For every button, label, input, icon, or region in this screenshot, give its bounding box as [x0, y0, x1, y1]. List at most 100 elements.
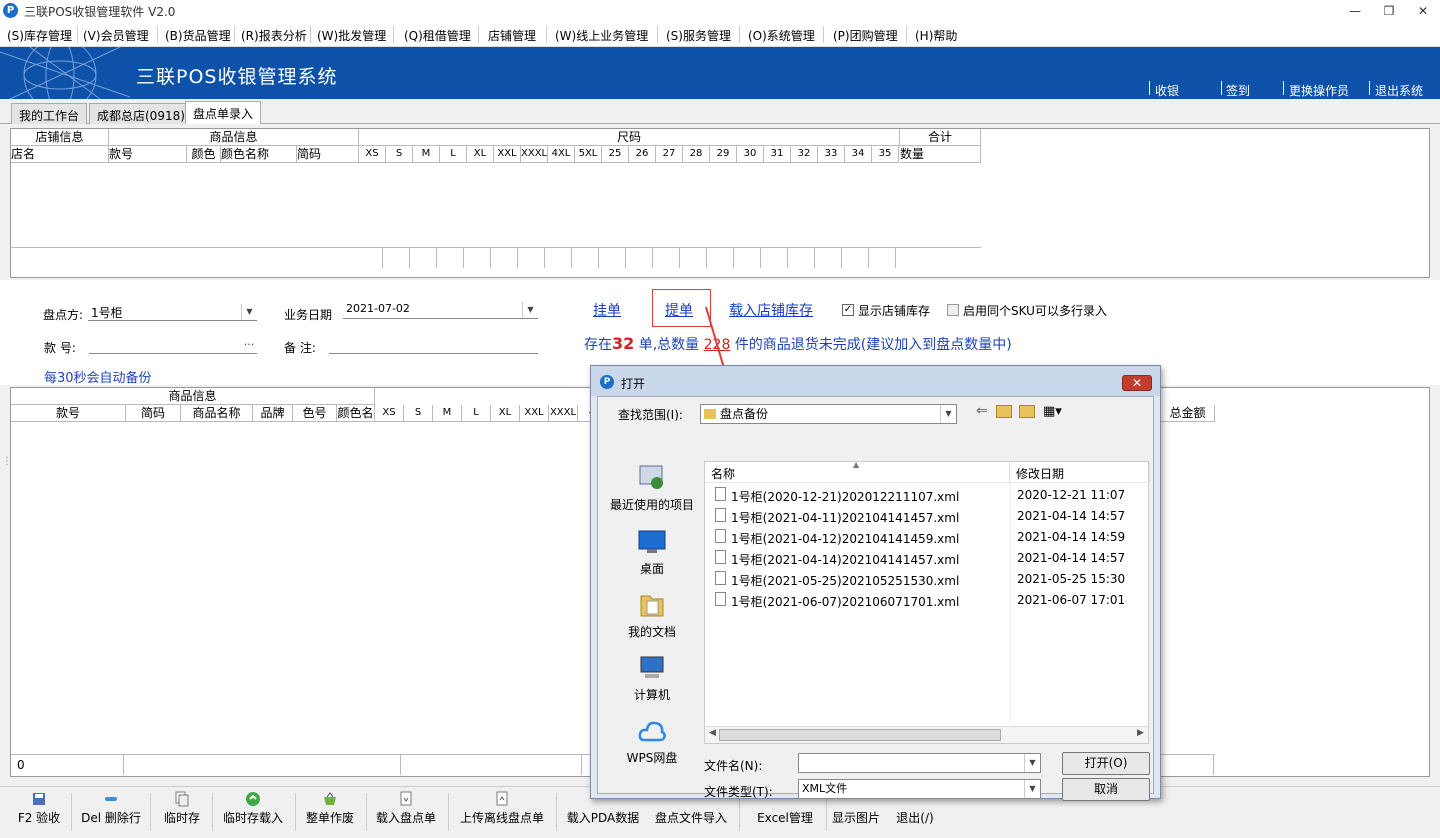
view-menu-icon[interactable]: ▦▾	[1043, 404, 1062, 419]
refresh-icon	[246, 792, 260, 806]
menu-reports[interactable]: (R)报表分析	[241, 27, 307, 44]
file-row[interactable]: 1号柜(2021-05-25)202105251530.xml 2021-05-2…	[705, 568, 1150, 589]
minimize-button[interactable]: —	[1343, 2, 1367, 20]
business-date-picker[interactable]: 2021-07-02 ▼	[343, 302, 538, 319]
lookin-combo[interactable]: 盘点备份 ▼	[700, 404, 957, 424]
filename-input[interactable]: ▼	[798, 753, 1041, 773]
app-icon: P	[3, 3, 18, 18]
cancel-button[interactable]: 取消	[1062, 778, 1150, 801]
temp-load-button[interactable]: 临时存载入	[218, 787, 288, 838]
tab-workbench[interactable]: 我的工作台	[11, 103, 88, 124]
delete-row-button[interactable]: Del 删除行	[78, 787, 144, 838]
chevron-down-icon[interactable]: ▼	[1024, 754, 1040, 772]
back-icon[interactable]: ⇐	[976, 403, 988, 419]
remark-input[interactable]	[329, 337, 538, 354]
place-wps-drive[interactable]: WPS网盘	[606, 716, 698, 766]
file-row[interactable]: 1号柜(2021-04-12)202104141459.xml 2021-04-1…	[705, 526, 1150, 547]
col-size: S	[404, 405, 433, 422]
chevron-down-icon[interactable]: ▼	[241, 304, 257, 320]
tab-inventory-entry[interactable]: 盘点单录入	[185, 101, 262, 124]
accept-button[interactable]: F2 验收	[11, 787, 67, 838]
restore-button[interactable]: ❐	[1377, 2, 1401, 20]
menu-system[interactable]: (O)系统管理	[748, 27, 815, 44]
col-short-code: 简码	[126, 405, 181, 422]
scroll-left-icon[interactable]: ◀	[709, 728, 716, 738]
dialog-body: 查找范围(I): 盘点备份 ▼ ⇐ ▦▾ 最近使用的项目 桌面 我的文档 计算机…	[597, 396, 1154, 801]
exit-system-button[interactable]: 退出系统	[1375, 82, 1423, 99]
col-size: M	[413, 146, 440, 163]
col-size: XS	[375, 405, 404, 422]
allow-multi-sku-checkbox[interactable]	[947, 304, 959, 316]
filetype-label: 文件类型(T):	[704, 785, 773, 799]
col-size: L	[462, 405, 491, 422]
desktop-icon	[638, 530, 666, 553]
hold-order-link[interactable]: 挂单	[593, 300, 621, 320]
file-icon	[715, 508, 726, 522]
up-folder-icon[interactable]	[996, 405, 1012, 418]
file-row[interactable]: 1号柜(2020-12-21)202012211107.xml 2020-12-2…	[705, 484, 1150, 505]
temp-save-button[interactable]: 临时存	[156, 787, 208, 838]
horizontal-scrollbar[interactable]: ◀ ▶	[705, 726, 1148, 743]
menu-help[interactable]: (H)帮助	[915, 27, 957, 44]
ellipsis-icon[interactable]: ···	[241, 337, 257, 353]
file-row[interactable]: 1号柜(2021-04-11)202104141457.xml 2021-04-1…	[705, 505, 1150, 526]
col-size: 26	[629, 146, 656, 163]
sign-in-button[interactable]: 签到	[1226, 82, 1250, 99]
menu-inventory[interactable]: (S)库存管理	[7, 27, 72, 44]
upload-offline-button[interactable]: 上传离线盘点单	[455, 787, 549, 838]
menu-wholesale[interactable]: (W)批发管理	[317, 27, 386, 44]
menu-group-buy[interactable]: (P)团购管理	[833, 27, 898, 44]
menu-service[interactable]: (S)服务管理	[666, 27, 731, 44]
inventory-detail-grid[interactable]: 店铺信息 商品信息 尺码 合计 店名 款号 颜色 颜色名称 简码 XS S M L XL…	[10, 128, 1430, 278]
scrollbar-thumb[interactable]	[719, 729, 1001, 741]
retrieve-order-link[interactable]: 提单	[665, 300, 693, 320]
file-row[interactable]: 1号柜(2021-06-07)202106071701.xml 2021-06-0…	[705, 589, 1150, 610]
place-computer[interactable]: 计算机	[606, 653, 698, 703]
col-size: 4XL	[548, 146, 575, 163]
basket-icon	[324, 792, 336, 805]
cashier-button[interactable]: 收银	[1155, 82, 1179, 99]
grid-footer	[11, 247, 981, 268]
chevron-down-icon[interactable]: ▼	[1024, 780, 1040, 798]
close-button[interactable]: ✕	[1411, 2, 1435, 20]
file-list[interactable]: 名称 ▲ 修改日期 1号柜(2020-12-21)202012211107.xm…	[704, 460, 1150, 744]
scroll-right-icon[interactable]: ▶	[1137, 728, 1144, 738]
dialog-close-button[interactable]: ✕	[1122, 375, 1152, 391]
filetype-select[interactable]: XML文件 ▼	[798, 779, 1041, 799]
place-recent[interactable]: 最近使用的项目	[606, 463, 698, 513]
autosave-note: 每30秒会自动备份	[44, 371, 152, 386]
col-size: 30	[737, 146, 764, 163]
inventory-party-select[interactable]: 1号柜 ▼	[88, 304, 257, 321]
allow-multi-sku-label: 启用同个SKU可以多行录入	[963, 304, 1107, 318]
void-order-button[interactable]: 整单作废	[301, 787, 359, 838]
tab-chengdu-store[interactable]: 成都总店(0918)	[89, 103, 193, 124]
new-folder-icon[interactable]	[1019, 405, 1035, 418]
dialog-title: 打开	[621, 377, 646, 391]
col-size: 32	[791, 146, 818, 163]
place-documents[interactable]: 我的文档	[606, 590, 698, 640]
switch-operator-button[interactable]: 更换操作员	[1289, 82, 1349, 99]
menu-store[interactable]: 店铺管理	[488, 27, 536, 44]
menu-rental[interactable]: (Q)租借管理	[404, 27, 471, 44]
chevron-down-icon[interactable]: ▼	[522, 302, 538, 318]
filename-label: 文件名(N):	[704, 759, 763, 773]
style-no-input[interactable]: ···	[89, 337, 257, 354]
col-size: 27	[656, 146, 683, 163]
dialog-title-bar[interactable]: P 打开 ✕	[591, 366, 1160, 396]
chevron-down-icon[interactable]: ▼	[940, 405, 956, 423]
show-store-stock-checkbox[interactable]: ✓	[842, 304, 854, 316]
load-inventory-button[interactable]: 载入盘点单	[372, 787, 440, 838]
globe-logo-icon	[0, 47, 131, 99]
file-row[interactable]: 1号柜(2021-04-14)202104141457.xml 2021-04-1…	[705, 547, 1150, 568]
file-icon	[715, 592, 726, 606]
menu-member[interactable]: (V)会员管理	[83, 27, 149, 44]
splitter-handle[interactable]: ⋮	[2, 457, 12, 474]
place-desktop[interactable]: 桌面	[606, 527, 698, 577]
menu-online[interactable]: (W)线上业务管理	[555, 27, 648, 44]
open-button[interactable]: 打开(O)	[1062, 752, 1150, 775]
col-size: XXXL	[521, 146, 548, 163]
menu-goods[interactable]: (B)货品管理	[165, 27, 231, 44]
col-style-no: 款号	[109, 146, 187, 163]
col-header-modified[interactable]: 修改日期	[1010, 462, 1150, 483]
group-total: 合计	[900, 129, 981, 146]
